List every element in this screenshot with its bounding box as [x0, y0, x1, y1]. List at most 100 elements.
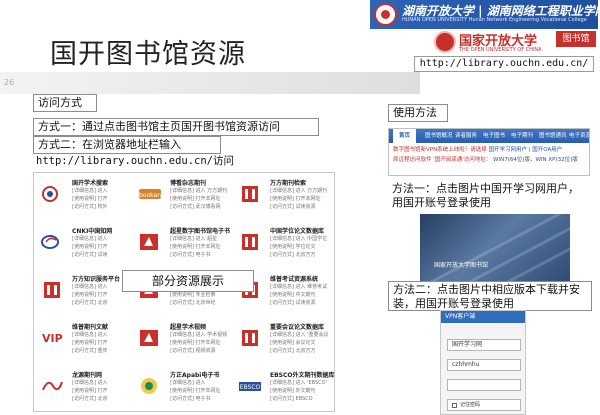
- vpn-client-header: VPN客户端: [441, 311, 525, 323]
- database-detail-line: [使用说明] 打开: [72, 244, 108, 250]
- longyuan-icon: [40, 376, 64, 396]
- chaoxing-icon: [138, 328, 162, 348]
- nav-tab[interactable]: 读者服务: [455, 129, 477, 143]
- database-detail-line: [使用说明] 打开本网址: [170, 244, 221, 250]
- database-detail-line: [访问方式] 校外: [72, 204, 108, 210]
- database-card[interactable]: EBSCO EBSCO外文期刊数据库 [详细信息] 进入 'EBSCO' [使用说明]…: [234, 368, 334, 411]
- database-name[interactable]: 方正Apabi电子书: [170, 370, 219, 379]
- database-detail-line: [使用说明] 专业检索: [170, 292, 216, 298]
- decorative-stripe: [420, 214, 570, 288]
- ouchn-seal-icon: [434, 31, 456, 53]
- database-detail-line: [详细信息] 进入: [72, 332, 108, 338]
- database-name[interactable]: 维普考试资源系统: [270, 274, 318, 283]
- nav-tab[interactable]: 图书馆通讯: [539, 129, 567, 143]
- wanfang-icon: [238, 328, 262, 348]
- database-detail-line: [访问方式] EBSCO: [270, 396, 313, 402]
- database-detail-line: [使用说明] 打开: [72, 388, 108, 394]
- database-detail-line: [使用说明] 中文期刊: [270, 292, 316, 298]
- cnki-icon: [40, 232, 64, 252]
- database-detail-line: [访问方式] 试读: [72, 252, 108, 258]
- database-detail-line: [详细信息] 进入 万方期刊: [170, 188, 228, 194]
- database-name[interactable]: 中国学位论文数据库: [270, 226, 324, 235]
- access-method-header: 访问方式: [33, 94, 97, 112]
- database-detail-line: [详细信息] 进入 'EBSCO': [270, 380, 327, 386]
- database-name[interactable]: 超星数字图书馆电子书: [170, 226, 230, 235]
- page-title: 国开图书馆资源: [50, 39, 246, 70]
- database-detail-line: [访问方式] 北京万方: [270, 252, 316, 258]
- nav-tab[interactable]: 图书馆概况: [425, 129, 453, 143]
- database-detail-lines: [详细信息] 进入 'EBSCO' [使用说明] 外文期刊 [访问方式] EBSCO: [270, 379, 332, 403]
- database-detail-line: [详细信息] 进入: [72, 380, 108, 386]
- svg-text:bookan: bookan: [139, 192, 161, 199]
- database-detail-line: [使用说明] 会议论文: [270, 340, 316, 346]
- database-name[interactable]: CNKI中国知网: [72, 226, 112, 235]
- database-detail-lines: [详细信息] 进入 中国学位 [使用说明] 学位论文 [访问方式] 北京万方: [270, 235, 332, 259]
- usage-method-one: 方法一：点击图片中国开学习网用户， 用国开账号登录使用: [388, 181, 592, 211]
- remember-checkbox[interactable]: [452, 403, 457, 408]
- remember-password-row[interactable]: 记住密码: [447, 399, 521, 411]
- login-caption: 国家开放大学图书馆: [434, 262, 489, 269]
- database-detail-line: [详细信息] 进入: [170, 380, 206, 386]
- vpn-client-screenshot: VPN客户端 国开学习网 czhhmhu 记住密码: [440, 310, 526, 415]
- usage-method-two: 方法二：点击图片中相应版本下载并安 装，用国开账号登录使用: [388, 281, 592, 311]
- database-detail-line: [访问方式] 北京万方: [270, 348, 316, 354]
- library-badge: 图书馆: [556, 31, 596, 47]
- nav-tab[interactable]: 首页: [393, 129, 417, 143]
- page-number: 26: [4, 78, 15, 87]
- database-detail-line: [使用说明] 打开: [72, 196, 108, 202]
- database-detail-line: [使用说明] 外文期刊: [270, 388, 316, 394]
- database-card[interactable]: 龙源期刊网 [详细信息] 进入 [使用说明] 打开 [访问方式] 北京: [36, 368, 136, 411]
- vpn-user-links[interactable]: 国开学习网用户 | 国开OA用户: [488, 147, 562, 153]
- vpn-notice: 数字图书馆新VPN系统上线啦！请选择 国开学习网用户 | 国开OA用户: [393, 146, 562, 154]
- database-name[interactable]: EBSCO外文期刊数据库: [270, 370, 334, 379]
- database-name[interactable]: 重要会议论文数据库: [270, 322, 324, 331]
- database-detail-lines: [详细信息] 进入 万方期刊 [使用说明] 打开本网址 [访问方式] 试读资源: [270, 187, 332, 211]
- nav-tab[interactable]: 电子期刊: [511, 129, 533, 143]
- database-detail-line: [使用说明] 打开: [72, 340, 108, 346]
- database-detail-line: [访问方式] 试读资源: [270, 204, 316, 210]
- search-globe-icon: [40, 184, 64, 204]
- database-detail-line: [使用说明] 打开本网址: [270, 196, 321, 202]
- usage-method-one-line2: 用国开账号登录使用: [392, 196, 491, 209]
- vpn-server-field[interactable]: 国开学习网: [447, 339, 521, 351]
- vpn-notice-text: 数字图书馆新VPN系统上线啦！请选择: [393, 147, 487, 153]
- database-detail-line: [详细信息] 进入 '重要会议: [270, 332, 329, 338]
- database-detail-lines: [详细信息] 进入 [使用说明] 打开 [访问方式] 试读: [72, 235, 134, 259]
- database-card[interactable]: 方正Apabi电子书 [详细信息] 进入 [使用说明] 打开本网址 [访问方式] 电子…: [134, 368, 234, 411]
- wanfang-icon: [238, 184, 262, 204]
- remember-label: 记住密码: [460, 402, 481, 408]
- remote-access-text: 原远程访问软件 '国开阅读通'访问地址：: [393, 157, 492, 163]
- ouchn-logo-subtext: THE OPEN UNIVERSITY OF CHINA: [459, 47, 542, 53]
- database-name[interactable]: 龙源期刊网: [72, 370, 102, 379]
- database-name[interactable]: 万方知识服务平台: [72, 274, 120, 283]
- remote-access-links[interactable]: WIN7(64位)版，WIN XP(32位)版: [493, 157, 578, 163]
- database-detail-line: [详细信息] 进入 万方期刊: [270, 188, 328, 194]
- database-name[interactable]: 万方期刊检索: [270, 178, 306, 187]
- vip-icon: VIP: [40, 328, 64, 348]
- database-detail-line: [访问方式] 北京: [72, 300, 108, 306]
- ebsco-icon: EBSCO: [238, 376, 262, 396]
- svg-text:VIP: VIP: [42, 332, 63, 345]
- database-detail-line: [访问方式] 重庆: [72, 348, 108, 354]
- database-name[interactable]: 维普期刊文献: [72, 322, 108, 331]
- database-detail-line: [访问方式] 电子书: [170, 396, 211, 402]
- nav-tab[interactable]: 电子资源: [569, 129, 589, 143]
- wanfang-icon: [238, 232, 262, 252]
- database-detail-line: [访问方式] 视频资源: [170, 348, 216, 354]
- vpn-password-field[interactable]: [447, 379, 521, 391]
- library-homepage-screenshot: 首页 图书馆概况 读者服务 电子图书 电子期刊 图书馆通讯 电子资源 数字图书馆新VPN系统…: [388, 128, 590, 176]
- database-name[interactable]: 博看杂志期刊: [170, 178, 206, 187]
- bookan-icon: bookan: [138, 184, 162, 204]
- database-detail-line: [访问方式] 北京: [72, 396, 108, 402]
- database-name[interactable]: 国开学术搜索: [72, 178, 108, 187]
- database-name[interactable]: 超星学术视频: [170, 322, 206, 331]
- homepage-nav-bar: 首页 图书馆概况 读者服务 电子图书 电子期刊 图书馆通讯 电子资源: [389, 129, 589, 143]
- database-detail-line: [使用说明] 打开本网址: [170, 196, 221, 202]
- library-url-box: http://library.ouchn.edu.cn/: [414, 56, 594, 72]
- database-detail-lines: [详细信息] 进入 维普考试 [使用说明] 中文期刊 [访问方式] 试读资源: [270, 283, 332, 307]
- nav-tab[interactable]: 电子图书: [483, 129, 505, 143]
- usage-method-two-line2: 装，用国开账号登录使用: [393, 297, 514, 310]
- database-detail-line: [详细信息] 进入 维普考试: [270, 284, 328, 290]
- vpn-username-field[interactable]: czhhmhu: [447, 359, 521, 371]
- wanfang-icon: [40, 280, 64, 300]
